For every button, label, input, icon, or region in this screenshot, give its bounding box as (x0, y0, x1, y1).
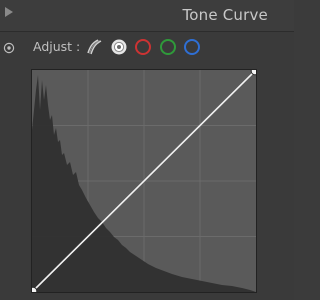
targeted-adjustment-tool-icon[interactable] (3, 42, 15, 54)
adjust-label: Adjust : (33, 39, 81, 54)
point-curve-rgb-icon[interactable] (110, 38, 128, 56)
green-channel-icon[interactable] (159, 38, 177, 56)
tone-curve-panel: Tone Curve Adjust : (0, 0, 294, 300)
parametric-curve-icon[interactable] (85, 38, 103, 56)
blue-channel-icon[interactable] (183, 38, 201, 56)
collapse-triangle-icon[interactable] (5, 7, 13, 17)
tone-curve-graph[interactable] (31, 69, 257, 293)
red-channel-icon[interactable] (134, 38, 152, 56)
panel-title: Tone Curve (182, 6, 268, 24)
panel-header[interactable]: Tone Curve (0, 0, 294, 32)
curve-canvas[interactable] (32, 70, 256, 292)
